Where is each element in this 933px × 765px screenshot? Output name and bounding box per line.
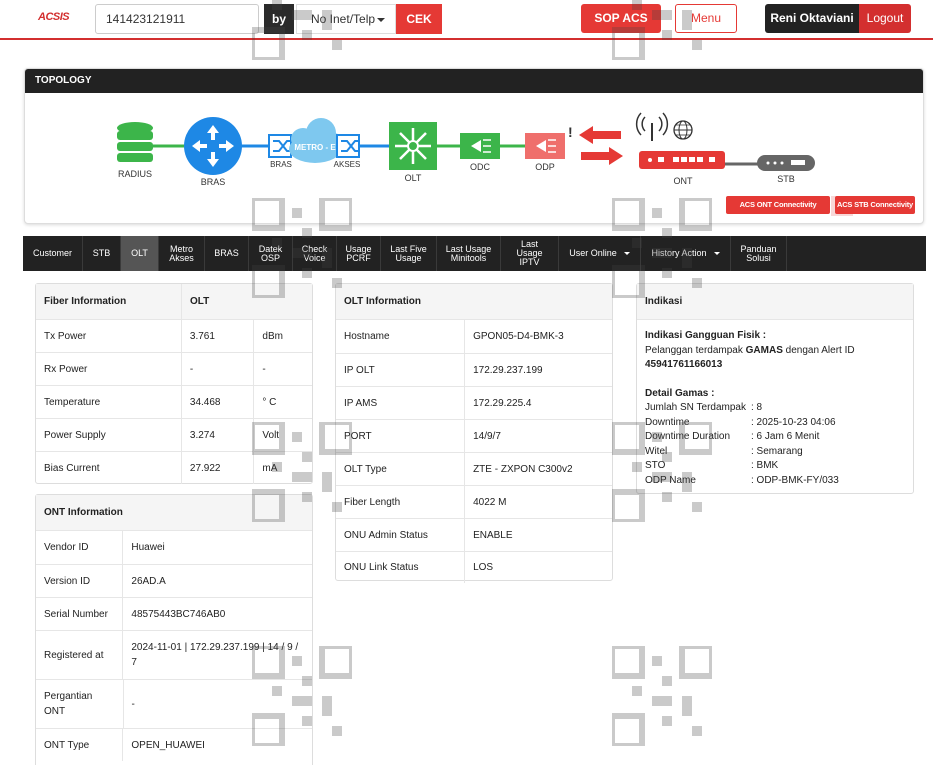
metro-e-cloud-icon[interactable] [268,118,360,163]
table-row: Bias Current 27.922 mA [36,451,312,484]
tab-history-action[interactable]: History Action [641,236,731,271]
gamas-detail-row: Witel: Semarang [645,445,803,457]
topology-panel: TOPOLOGY RADIUS BRAS METRO - E BRAS AKSE… [24,68,924,224]
metro-bras-label: BRAS [270,160,292,169]
table-row: Vendor ID Huawei [36,531,312,564]
tab-olt[interactable]: OLT [121,236,159,271]
gangguan-heading: Indikasi Gangguan Fisik : [645,330,767,341]
ont-information-table: ONT Information Vendor ID Huawei Version… [35,494,313,765]
odc-label: ODC [470,162,491,172]
gamas-detail-row: ODP Name: ODP-BMK-FY/033 [645,474,839,486]
metro-e-label: METRO - E [294,143,336,152]
tab-metro-akses[interactable]: Metro Akses [159,236,205,271]
table-row: Rx Power - - [36,352,312,385]
table-row: IP OLT 172.29.237.199 [336,353,612,386]
tab-last-usage-iptv[interactable]: Last Usage IPTV [501,236,559,271]
table-row: Temperature 34.468 ° C [36,385,312,418]
search-type-select[interactable]: No Inet/Telp [296,4,396,34]
odp-label: ODP [535,162,555,172]
search-input[interactable] [95,4,259,34]
gamas-detail-row: STO: BMK [645,460,779,471]
radius-database-icon[interactable] [117,122,153,162]
stb-box-icon[interactable] [757,155,815,171]
radius-label: RADIUS [118,169,152,179]
bras-label: BRAS [201,177,226,187]
top-header: ACSIS by No Inet/Telp CEK SOP ACS Menu R… [0,0,933,40]
ont-label: ONT [674,176,694,186]
olt-information-table: OLT Information Hostname GPON05-D4-BMK-3… [335,283,613,583]
tab-datek-osp[interactable]: Datek OSP [249,236,293,271]
globe-icon [673,120,693,140]
fiber-header-olt: OLT [189,296,210,307]
wifi-antenna-icon [635,112,669,141]
tab-stb[interactable]: STB [83,236,121,271]
fiber-header-row: Fiber Information OLT [36,284,312,319]
gamas-detail-row: Downtime: 2025-10-23 04:06 [645,416,836,428]
table-row: Hostname GPON05-D4-BMK-3 [336,320,612,353]
chevron-down-icon [377,18,385,22]
gamas-detail-row: Jumlah SN Terdampak: 8 [645,402,763,413]
odp-splitter-icon[interactable] [525,133,565,159]
indikasi-body: Indikasi Gangguan Fisik : Pelanggan terd… [637,320,913,496]
bras-router-icon[interactable] [184,117,242,175]
tab-last-five-usage[interactable]: Last Five Usage [381,236,437,271]
sop-acs-button[interactable]: SOP ACS [581,4,661,33]
acs-ont-connectivity-button[interactable]: ACS ONT Connectivity [726,196,830,214]
olt-information-title: OLT Information [336,284,612,320]
gamas-detail-row: Downtime Duration: 6 Jam 6 Menit [645,431,820,442]
tab-bras[interactable]: BRAS [205,236,249,271]
tab-last-usage-minitools[interactable]: Last Usage Minitools [437,236,501,271]
qr-watermark [612,646,712,746]
tab-user-online[interactable]: User Online [559,236,641,271]
topology-title: TOPOLOGY [25,69,923,93]
table-row: Fiber Length 4022 M [336,485,612,518]
tab-check-voice[interactable]: Check Voice [293,236,337,271]
indikasi-panel: Indikasi Indikasi Gangguan Fisik : Pelan… [636,283,914,494]
cek-button[interactable]: CEK [396,4,442,34]
table-row: ONU Admin Status ENABLE [336,518,612,551]
indikasi-title: Indikasi [637,284,913,320]
olt-label: OLT [405,173,422,183]
table-row: ONU Link Status LOS [336,551,612,583]
gamas-line: Pelanggan terdampak GAMAS dengan Alert I… [645,344,855,356]
table-row: Tx Power 3.761 dBm [36,319,312,352]
table-row: ONT Type OPEN_HUAWEI [36,728,312,761]
user-name-badge[interactable]: Reni Oktaviani [765,4,859,33]
chevron-down-icon [623,252,630,255]
table-row: Pergantian ONT - [36,679,312,728]
tab-usage-pcrf[interactable]: Usage PCRF [337,236,381,271]
disconnect-arrows-icon [579,126,623,165]
table-row: IP AMS 172.29.225.4 [336,386,612,419]
fiber-information-table: Fiber Information OLT Tx Power 3.761 dBm… [35,283,313,484]
olt-switch-icon[interactable] [389,122,437,170]
odc-splitter-icon[interactable] [460,133,500,159]
logout-button[interactable]: Logout [859,4,911,33]
app-logo[interactable]: ACSIS [38,11,70,23]
table-row: PORT 14/9/7 [336,419,612,452]
acs-stb-connectivity-button[interactable]: ACS STB Connectivity [835,196,915,214]
tab-bar: Customer STB OLT Metro Akses BRAS Datek … [23,236,926,271]
chevron-down-icon [713,252,720,255]
table-row: Registered at 2024-11-01 | 172.29.237.19… [36,630,312,679]
metro-akses-label: AKSES [334,160,361,169]
detail-gamas-heading: Detail Gamas : [645,387,715,399]
table-row: Version ID 26AD.A [36,564,312,597]
alert-id: 45941761166013 [645,359,723,370]
table-row: OLT Type ZTE - ZXPON C300v2 [336,452,612,485]
search-type-value: No Inet/Telp [311,12,376,26]
fiber-header-title: Fiber Information [36,284,182,319]
table-row: Power Supply 3.274 Volt [36,418,312,451]
tab-panduan-solusi[interactable]: Panduan Solusi [731,236,787,271]
warning-exclamation-icon: ! [568,124,573,140]
table-row: Serial Number 48575443BC746AB0 [36,597,312,630]
by-label: by [264,4,294,34]
tab-customer[interactable]: Customer [23,236,83,271]
ont-information-title: ONT Information [36,495,312,531]
menu-button[interactable]: Menu [675,4,737,33]
stb-label: STB [777,174,795,184]
ont-router-icon[interactable] [639,151,725,169]
